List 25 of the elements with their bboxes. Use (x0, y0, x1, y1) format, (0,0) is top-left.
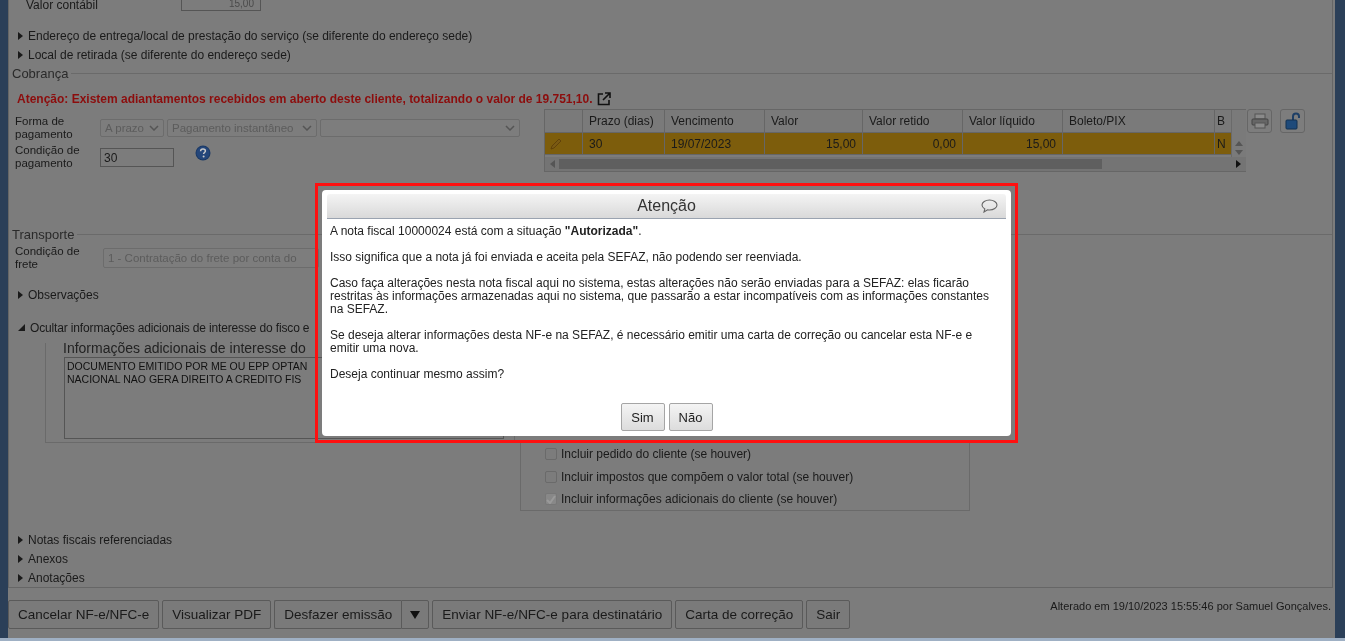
section-title: Cobrança (12, 65, 70, 81)
field-label: Forma de pagamento (15, 115, 74, 141)
dialog-title: Atenção (637, 197, 696, 215)
table-cell: 0,00 (863, 133, 963, 155)
message-text: Isso significa que a nota já foi enviada e aceita pela SEFAZ, não podendo ser reenviada. (330, 251, 803, 264)
checkbox-label: Incluir pedido do cliente (se houver) (561, 447, 752, 462)
checkbox-label: Incluir informações adicionais do cliente (se houver) (561, 492, 838, 507)
field-label: Condição de frete (15, 245, 81, 271)
section-title: Transporte (12, 226, 76, 242)
modified-note: Alterado em 19/10/2023 15:55:46 por Samuel Gonçalves. (1050, 600, 1331, 612)
message-text: A nota fiscal 10000024 está com a situação "Autorizada". (330, 225, 643, 238)
table-cell: 15,00 (765, 133, 863, 155)
field-label: Condição de pagamento (15, 144, 81, 170)
text-line: DOCUMENTO EMITIDO POR ME OU EPP OPTAN (67, 360, 308, 373)
checkbox-label: Incluir impostos que compõem o valor total (se houver) (561, 469, 854, 484)
fieldset-title: Informações adicionais de interesse do (63, 340, 306, 357)
message-text: Caso faça alterações nesta nota fiscal aqui no sistema, estas alterações não serão enviadas para a SEFAZ: elas ficarão restritas às informações armazenadas aqui no sistema, que passarão a estar incompatíveis com as informações constantes na SEFAZ. (330, 277, 990, 316)
warning-text: Atenção: Existem adiantamentos recebidos em aberto deste cliente, totalizando o valor de 19.751,10. (17, 92, 593, 106)
table-cell: 30 (583, 133, 665, 155)
text-line: NACIONAL NAO GERA DIREITO A CREDITO FIS (67, 373, 302, 386)
table-cell: 19/07/2023 (665, 133, 765, 155)
message-text: Se deseja alterar informações desta NF-e na SEFAZ, é necessário emitir uma carta de correção ou cancelar esta NF-e e emitir uma nova. (330, 329, 974, 355)
message-text: Deseja continuar mesmo assim? (330, 368, 506, 381)
table-cell: 15,00 (963, 133, 1063, 155)
field-label: Valor contábil (25, 0, 99, 11)
